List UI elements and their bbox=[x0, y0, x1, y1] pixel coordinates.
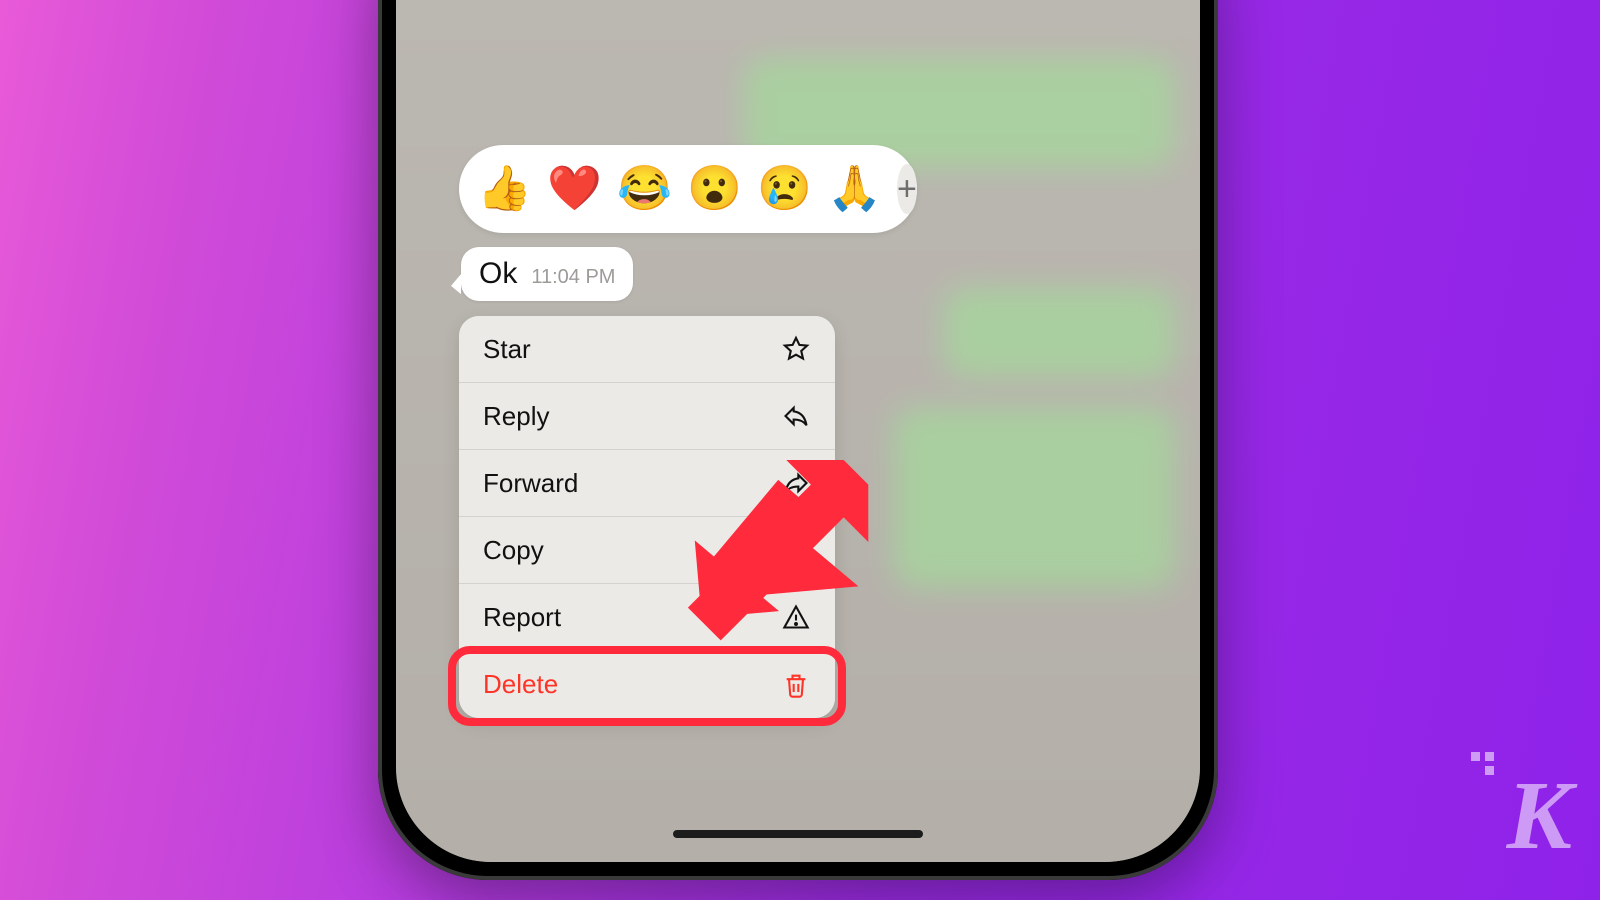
forward-icon bbox=[781, 468, 811, 498]
report-icon bbox=[781, 602, 811, 632]
context-menu: Star Reply Forward bbox=[459, 316, 835, 718]
stage: 👍 ❤️ 😂 😮 😢 🙏 + Ok 11:04 PM Star bbox=[0, 0, 1600, 900]
reply-icon bbox=[781, 401, 811, 431]
menu-item-label: Star bbox=[483, 334, 531, 365]
menu-item-report[interactable]: Report bbox=[459, 584, 835, 651]
reaction-laugh[interactable]: 😂 bbox=[617, 164, 667, 214]
home-indicator[interactable] bbox=[673, 830, 923, 838]
reaction-add-button[interactable]: + bbox=[897, 164, 917, 214]
message-timestamp: 11:04 PM bbox=[531, 266, 615, 289]
watermark-dots-icon bbox=[1471, 752, 1511, 792]
phone-screen: 👍 ❤️ 😂 😮 😢 🙏 + Ok 11:04 PM Star bbox=[396, 0, 1200, 862]
reaction-thumbs-up[interactable]: 👍 bbox=[477, 164, 527, 214]
phone-frame: 👍 ❤️ 😂 😮 😢 🙏 + Ok 11:04 PM Star bbox=[378, 0, 1218, 880]
reaction-sad[interactable]: 😢 bbox=[757, 164, 807, 214]
menu-item-label: Delete bbox=[483, 669, 558, 700]
message-text: Ok bbox=[479, 257, 517, 291]
menu-item-label: Forward bbox=[483, 468, 578, 499]
copy-icon bbox=[781, 535, 811, 565]
plus-icon: + bbox=[897, 170, 917, 209]
message-bubble[interactable]: Ok 11:04 PM bbox=[461, 247, 633, 301]
menu-item-label: Copy bbox=[483, 535, 544, 566]
menu-item-delete[interactable]: Delete bbox=[459, 651, 835, 718]
watermark-letter: K bbox=[1507, 762, 1566, 870]
menu-item-reply[interactable]: Reply bbox=[459, 383, 835, 450]
menu-item-label: Report bbox=[483, 602, 561, 633]
menu-item-star[interactable]: Star bbox=[459, 316, 835, 383]
blurred-chat-bubble bbox=[894, 408, 1174, 588]
reaction-wow[interactable]: 😮 bbox=[687, 164, 737, 214]
reaction-heart[interactable]: ❤️ bbox=[547, 164, 597, 214]
menu-item-copy[interactable]: Copy bbox=[459, 517, 835, 584]
star-icon bbox=[781, 334, 811, 364]
reaction-pray[interactable]: 🙏 bbox=[827, 164, 877, 214]
menu-item-forward[interactable]: Forward bbox=[459, 450, 835, 517]
blurred-chat-bubble bbox=[944, 288, 1174, 378]
menu-item-label: Reply bbox=[483, 401, 549, 432]
reaction-picker: 👍 ❤️ 😂 😮 😢 🙏 + bbox=[459, 145, 917, 233]
trash-icon bbox=[781, 670, 811, 700]
watermark-logo: K bbox=[1507, 760, 1566, 872]
